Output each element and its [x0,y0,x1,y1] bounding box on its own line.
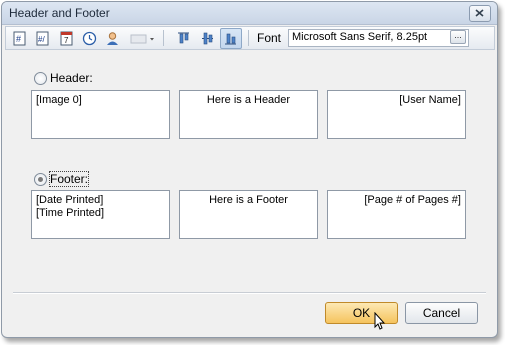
insert-page-of-pages-button[interactable]: #/ [32,28,54,49]
align-top-icon [178,32,189,44]
toolbar-separator [248,30,249,46]
font-field[interactable]: Microsoft Sans Serif, 8.25pt [288,29,469,47]
font-label: Font [257,31,282,45]
user-name-icon [107,32,118,45]
footer-center-field[interactable]: Here is a Footer [179,190,318,239]
dialog-divider [13,292,486,294]
toolbar: # #/ 7 Font Microsoft Sans Serif, 8.25pt… [5,26,495,50]
footer-left-text-line2: [Time Printed] [36,207,105,219]
header-right-field[interactable]: [User Name] [327,90,466,139]
svg-text:7: 7 [64,36,69,45]
header-radio-label: Header: [50,71,93,85]
header-center-text: Here is a Header [206,94,291,106]
align-bottom-button[interactable] [220,28,242,49]
footer-radio-label: Footer: [48,171,90,187]
image-dropdown-icon [130,34,154,44]
mouse-pointer-icon [374,312,386,330]
close-icon [475,9,484,17]
font-browse-button[interactable]: ... [450,30,466,44]
footer-right-text: [Page # of Pages #] [364,194,461,206]
header-radio-circle[interactable] [34,72,47,85]
svg-text:#/: #/ [38,35,45,44]
footer-left-text-line1: [Date Printed] [36,194,104,206]
header-footer-dialog: Header and Footer # #/ 7 Font Microsoft … [1,1,498,338]
font-value: Microsoft Sans Serif, 8.25pt [292,31,428,43]
header-right-text: [User Name] [399,94,461,106]
footer-right-field[interactable]: [Page # of Pages #] [327,190,466,239]
dialog-title: Header and Footer [9,6,110,20]
svg-text:#: # [16,34,21,44]
align-top-button[interactable] [173,28,195,49]
insert-page-number-button[interactable]: # [9,28,31,49]
align-middle-button[interactable] [197,28,219,49]
page-of-pages-icon: #/ [36,31,49,46]
title-bar: Header and Footer [2,2,497,25]
insert-time-button[interactable] [79,28,101,49]
header-left-text: [Image 0] [36,94,82,106]
cancel-button[interactable]: Cancel [405,302,478,324]
insert-image-dropdown[interactable] [127,28,159,49]
align-center-icon [202,32,213,45]
header-left-field[interactable]: [Image 0] [31,90,170,139]
insert-date-button[interactable]: 7 [56,28,78,49]
footer-left-field[interactable]: [Date Printed] [Time Printed] [31,190,170,239]
close-button[interactable] [469,5,491,22]
page-number-icon: # [13,31,26,46]
toolbar-separator [163,30,164,46]
date-icon: 7 [60,31,73,46]
insert-user-name-button[interactable] [102,28,124,49]
footer-center-text: Here is a Footer [209,194,288,206]
radio-selected-dot [38,177,43,182]
time-icon [82,31,97,46]
footer-radio-circle[interactable] [34,173,47,186]
align-bottom-icon [225,33,236,45]
header-center-field[interactable]: Here is a Header [179,90,318,139]
